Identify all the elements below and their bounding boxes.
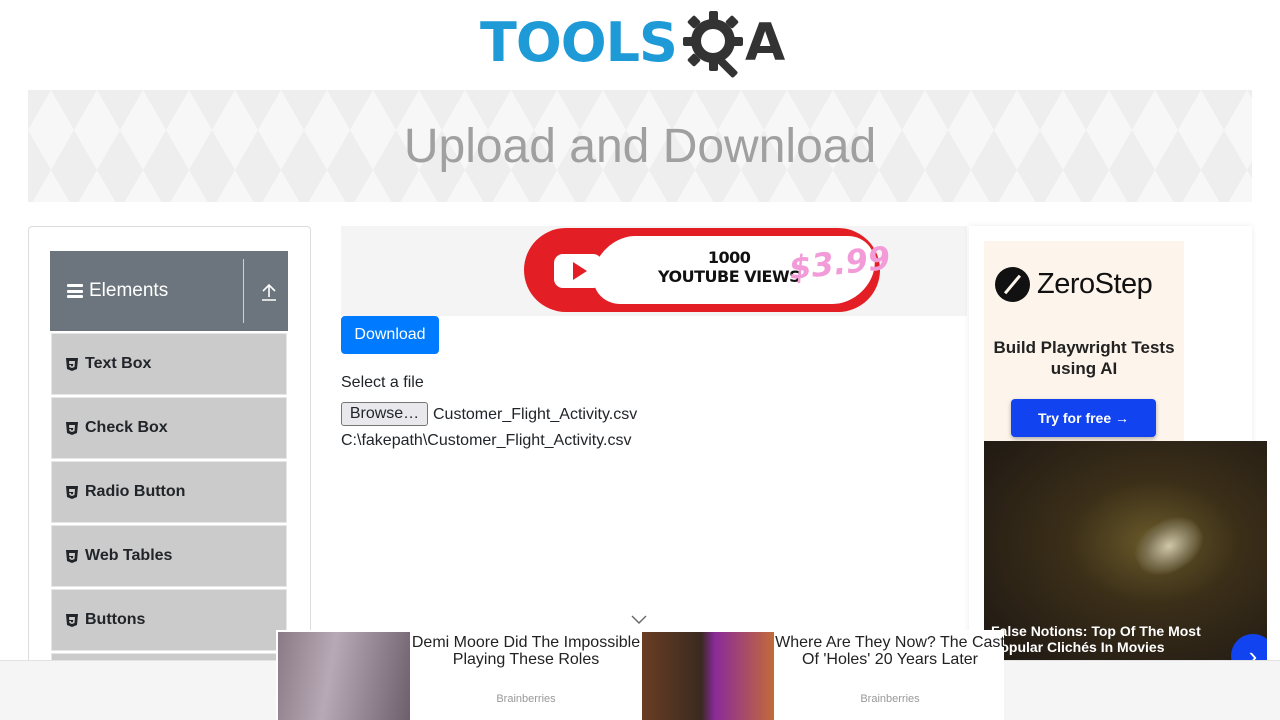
- header-divider: [243, 259, 244, 323]
- logo-text-a: A: [744, 13, 786, 73]
- zerostep-logo: ZeroStep: [995, 267, 1153, 302]
- sidebar-item-radio-button[interactable]: Radio Button: [51, 461, 287, 523]
- sidebar-item-label: Web Tables: [85, 547, 173, 564]
- sidebar-item-label: Check Box: [85, 419, 168, 436]
- try-for-free-button[interactable]: Try for free →: [1011, 399, 1156, 437]
- sidebar-item-label: Buttons: [85, 611, 146, 628]
- toolsqa-logo[interactable]: TOOLS A: [480, 6, 804, 80]
- html5-shield-icon: [66, 613, 78, 627]
- sidebar-item-label: Text Box: [85, 355, 152, 372]
- ad-source: Brainberries: [496, 693, 556, 705]
- group-title: Elements: [89, 280, 169, 301]
- sidebar-item-text-box[interactable]: Text Box: [51, 333, 287, 395]
- uploaded-file-path: C:\fakepath\Customer_Flight_Activity.csv: [341, 432, 632, 449]
- zerostep-brand: ZeroStep: [1037, 268, 1153, 300]
- sidebar-item-buttons[interactable]: Buttons: [51, 589, 287, 651]
- ad-headline: Demi Moore Did The Impossible Playing Th…: [411, 634, 641, 668]
- ad-text: 1000 YOUTUBE VIEWS: [658, 248, 801, 286]
- right-ad-column: ZeroStep Build Playwright Tests using AI…: [969, 226, 1267, 666]
- ad-headline: Where Are They Now? The Cast Of 'Holes' …: [775, 634, 1005, 668]
- video-ad[interactable]: False Notions: Top Of The Most Popular C…: [984, 441, 1267, 666]
- download-button[interactable]: Download: [341, 316, 439, 354]
- left-sidebar: Elements Text Box Check Box Radio Button…: [28, 226, 311, 720]
- ad-source: Brainberries: [860, 693, 920, 705]
- sidebar-item-label: Radio Button: [85, 483, 186, 500]
- sidebar-item-check-box[interactable]: Check Box: [51, 397, 287, 459]
- chevron-down-icon[interactable]: [626, 610, 652, 630]
- bottom-ad-item[interactable]: Where Are They Now? The Cast Of 'Holes' …: [642, 632, 1006, 720]
- html5-shield-icon: [66, 549, 78, 563]
- video-caption: False Notions: Top Of The Most Popular C…: [991, 623, 1201, 655]
- logo-text: TOOLS: [480, 11, 678, 74]
- html5-shield-icon: [66, 357, 78, 371]
- arrow-up-icon[interactable]: [261, 283, 277, 301]
- zerostep-subtitle: Build Playwright Tests using AI: [993, 338, 1175, 378]
- sidebar-item-web-tables[interactable]: Web Tables: [51, 525, 287, 587]
- zerostep-ad[interactable]: ZeroStep Build Playwright Tests using AI…: [984, 241, 1184, 441]
- html5-shield-icon: [66, 421, 78, 435]
- ad-pill: 1000 YOUTUBE VIEWS $3.99: [524, 228, 892, 312]
- selected-file-name: Customer_Flight_Activity.csv: [433, 406, 638, 423]
- ad-thumbnail: [642, 632, 774, 720]
- html5-shield-icon: [66, 485, 78, 499]
- ad-thumbnail: [278, 632, 410, 720]
- youtube-views-ad[interactable]: 1000 YOUTUBE VIEWS $3.99: [341, 226, 967, 316]
- elements-group-header[interactable]: Elements: [50, 251, 288, 331]
- page-title: Upload and Download: [403, 119, 877, 173]
- youtube-play-icon: [554, 254, 602, 288]
- gear-icon: [679, 7, 751, 79]
- select-file-label: Select a file: [341, 374, 424, 391]
- bottom-ad-item[interactable]: Demi Moore Did The Impossible Playing Th…: [278, 632, 642, 720]
- page-banner: Upload and Download: [28, 90, 1252, 202]
- hamburger-icon: [67, 284, 83, 298]
- zerostep-logo-icon: [995, 267, 1030, 302]
- bottom-ad: Demi Moore Did The Impossible Playing Th…: [276, 630, 1006, 720]
- browse-button[interactable]: Browse…: [341, 402, 428, 426]
